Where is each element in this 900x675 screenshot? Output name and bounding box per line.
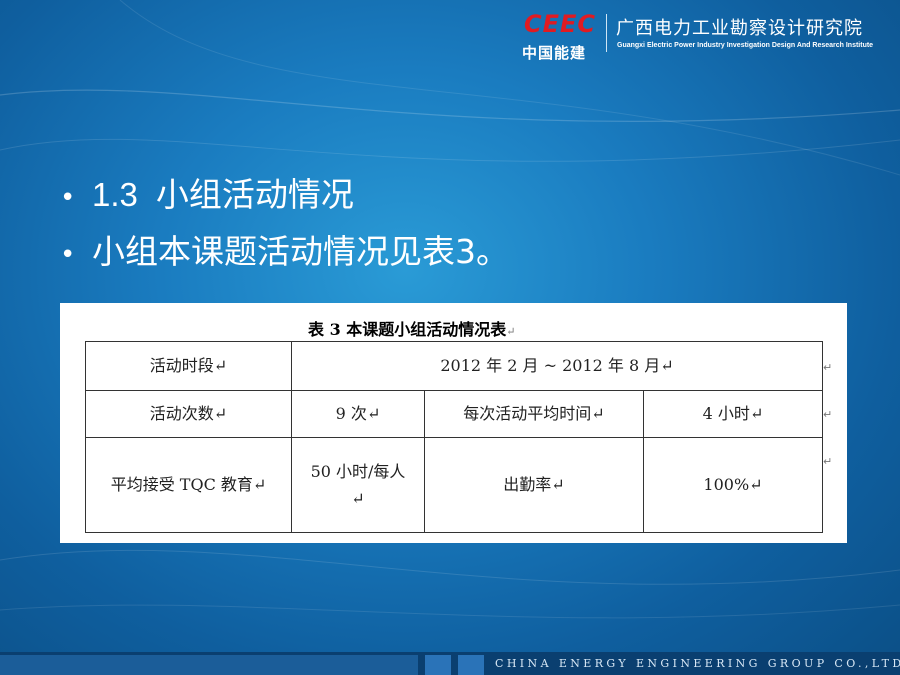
footer-block	[425, 655, 451, 675]
table-cell: 4 小时↵	[643, 390, 823, 438]
row-end-mark-icon: ↵	[823, 455, 833, 468]
table-cell: 活动次数↵	[85, 390, 292, 438]
ceec-logo: CEEC 中国能建	[522, 10, 602, 62]
logo-ceec-mark: CEEC	[524, 10, 597, 38]
table-cell: 50 小时/每人↵	[291, 437, 425, 533]
logo-chinese-name: 中国能建	[522, 44, 587, 62]
footer-bar: CHINA ENERGY ENGINEERING GROUP CO.,LTD.	[0, 652, 900, 675]
bullet-item: • 小组本课题活动情况见表3。	[60, 225, 509, 282]
bullet-dot-icon: •	[60, 240, 76, 270]
institute-name-cn: 广西电力工业勘察设计研究院	[616, 18, 863, 39]
table-cell: 9 次↵	[291, 390, 425, 438]
row-end-mark-icon: ↵	[823, 408, 833, 421]
paragraph-mark-icon: ↵	[506, 325, 516, 338]
row-end-mark-icon: ↵	[823, 361, 833, 374]
activity-table: 活动时段↵ 2012 年 2 月 ~ 2012 年 8 月↵ 活动次数↵ 9 次…	[85, 341, 823, 533]
activity-table-image: 表 3 本课题小组活动情况表↵ 活动时段↵ 2012 年 2 月 ~ 2012 …	[60, 303, 847, 543]
footer-company-name: CHINA ENERGY ENGINEERING GROUP CO.,LTD.	[495, 657, 900, 670]
table-cell: 活动时段↵	[85, 341, 292, 391]
section-number: 1.3	[92, 176, 138, 213]
table-cell: 出勤率↵	[424, 437, 644, 533]
table-row: 活动时段↵ 2012 年 2 月 ~ 2012 年 8 月↵	[85, 341, 823, 391]
table-row: 活动次数↵ 9 次↵ 每次活动平均时间↵ 4 小时↵	[85, 390, 823, 438]
footer-block	[458, 655, 484, 675]
table-cell: 100%↵	[643, 437, 823, 533]
footer-block	[0, 655, 418, 675]
table-cell: 2012 年 2 月 ~ 2012 年 8 月↵	[291, 341, 823, 391]
bullet-item: • 1.3 小组活动情况	[60, 168, 509, 225]
institute-name-en: Guangxi Electric Power Industry Investig…	[617, 42, 874, 49]
section-heading: 小组活动情况	[155, 175, 354, 214]
table-cell: 每次活动平均时间↵	[424, 390, 644, 438]
bullet-list: • 1.3 小组活动情况 • 小组本课题活动情况见表3。	[60, 168, 509, 282]
header-divider	[606, 14, 607, 52]
bullet-text: 小组本课题活动情况见表3。	[92, 232, 509, 271]
table-cell: 平均接受 TQC 教育↵	[85, 437, 292, 533]
table-row: 平均接受 TQC 教育↵ 50 小时/每人↵ 出勤率↵ 100%↵	[85, 437, 823, 533]
table-title: 表 3 本课题小组活动情况表↵	[308, 316, 516, 340]
bullet-dot-icon: •	[60, 183, 76, 213]
table-title-text: 表 3 本课题小组活动情况表	[308, 320, 507, 339]
